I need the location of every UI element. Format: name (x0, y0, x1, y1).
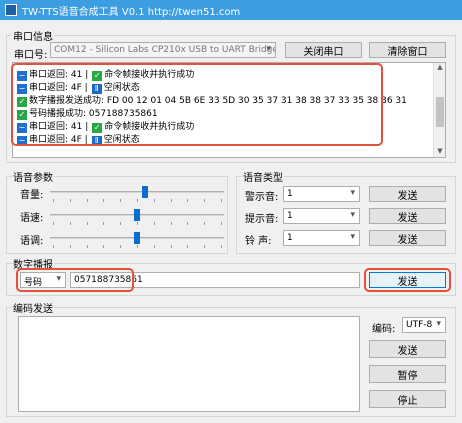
slider-tick (53, 199, 54, 202)
slider-tick (187, 245, 188, 248)
hint-select[interactable]: 1 ▾ (283, 208, 360, 224)
bell-value: 1 (287, 233, 293, 243)
serial-group-title: 串口信息 (12, 28, 54, 43)
slider-tick (171, 199, 172, 202)
slider-tick (137, 199, 138, 202)
slider-tick (53, 245, 54, 248)
prompt-send-label: 发送 (397, 191, 418, 202)
encode-textarea[interactable] (18, 316, 360, 412)
slider-tick (87, 199, 88, 202)
speed-slider[interactable] (50, 209, 224, 225)
voice-params-title: 语音参数 (12, 169, 54, 184)
prompt-send-button[interactable]: 发送 (369, 186, 446, 202)
bell-select[interactable]: 1 ▾ (283, 230, 360, 246)
pitch-thumb[interactable] (134, 232, 140, 244)
slider-tick (154, 245, 155, 248)
speed-label: 语速: (20, 213, 44, 224)
window-title: TW-TTS语音合成工具 V0.1 http://twen51.com (22, 7, 241, 18)
hint-value: 1 (287, 211, 293, 221)
clear-window-button[interactable]: 清除窗口 (369, 42, 446, 58)
chevron-down-icon: ▾ (266, 44, 271, 54)
slider-tick (103, 245, 104, 248)
prompt-label: 警示音: (245, 192, 279, 203)
pause-label: 暂停 (397, 370, 418, 382)
slider-tick (53, 222, 54, 225)
log-highlight (11, 63, 383, 146)
encoding-value: UTF-8 (406, 320, 433, 330)
port-value: COM12 - Silicon Labs CP210x USB to UART … (54, 45, 276, 55)
pitch-label: 语调: (20, 236, 44, 247)
digital-mode-highlight (16, 268, 134, 292)
slider-tick (87, 245, 88, 248)
stop-label: 停止 (397, 395, 418, 407)
chevron-down-icon: ▾ (350, 232, 355, 242)
slider-tick (187, 222, 188, 225)
bell-label: 铃 声: (245, 236, 272, 247)
chevron-down-icon: ▾ (350, 188, 355, 198)
voice-type-title: 语音类型 (242, 169, 284, 184)
chevron-down-icon: ▾ (350, 210, 355, 220)
hint-send-label: 发送 (397, 213, 418, 224)
slider-tick (137, 222, 138, 225)
slider-tick (103, 199, 104, 202)
bell-send-label: 发送 (397, 235, 418, 246)
chevron-down-icon: ▾ (436, 319, 441, 329)
slider-tick (154, 222, 155, 225)
pitch-slider[interactable] (50, 232, 224, 248)
prompt-select[interactable]: 1 ▾ (283, 186, 360, 202)
volume-track (50, 191, 224, 193)
clear-window-label: 清除窗口 (387, 47, 428, 58)
app-icon (5, 4, 17, 16)
volume-slider[interactable] (50, 186, 224, 202)
volume-thumb[interactable] (142, 186, 148, 198)
port-label: 串口号: (14, 50, 48, 61)
slider-tick (120, 222, 121, 225)
slider-tick (221, 199, 222, 202)
slider-tick (120, 199, 121, 202)
port-select[interactable]: COM12 - Silicon Labs CP210x USB to UART … (50, 42, 276, 58)
slider-tick (204, 199, 205, 202)
scroll-up-icon[interactable]: ▲ (434, 63, 446, 73)
volume-ticks (50, 199, 224, 202)
bell-send-button[interactable]: 发送 (369, 230, 446, 246)
hint-send-button[interactable]: 发送 (369, 208, 446, 224)
slider-tick (137, 245, 138, 248)
stop-button[interactable]: 停止 (369, 390, 446, 408)
hint-label: 提示音: (245, 214, 279, 225)
slider-tick (171, 245, 172, 248)
slider-tick (70, 222, 71, 225)
slider-tick (221, 222, 222, 225)
slider-tick (103, 222, 104, 225)
speed-thumb[interactable] (134, 209, 140, 221)
encode-group-title: 编码发送 (12, 300, 54, 315)
volume-label: 音量: (20, 190, 44, 201)
encode-send-button[interactable]: 发送 (369, 340, 446, 358)
speed-ticks (50, 222, 224, 225)
log-scrollbar[interactable]: ▲ ▼ (433, 63, 445, 157)
scroll-thumb[interactable] (436, 97, 444, 127)
close-port-button[interactable]: 关闭串口 (285, 42, 362, 58)
slider-tick (204, 245, 205, 248)
slider-tick (204, 222, 205, 225)
pitch-ticks (50, 245, 224, 248)
slider-tick (187, 199, 188, 202)
close-port-label: 关闭串口 (303, 47, 344, 58)
prompt-value: 1 (287, 189, 293, 199)
encode-send-label: 发送 (397, 345, 418, 357)
slider-tick (171, 222, 172, 225)
scroll-down-icon[interactable]: ▼ (434, 147, 446, 157)
pause-button[interactable]: 暂停 (369, 365, 446, 383)
slider-tick (221, 245, 222, 248)
digital-send-highlight (364, 268, 451, 292)
encoding-select[interactable]: UTF-8 ▾ (402, 317, 446, 333)
encoding-label: 编码: (372, 324, 396, 335)
slider-tick (70, 199, 71, 202)
slider-tick (87, 222, 88, 225)
slider-tick (70, 245, 71, 248)
title-bar: TW-TTS语音合成工具 V0.1 http://twen51.com (0, 0, 462, 20)
slider-tick (154, 199, 155, 202)
slider-tick (120, 245, 121, 248)
